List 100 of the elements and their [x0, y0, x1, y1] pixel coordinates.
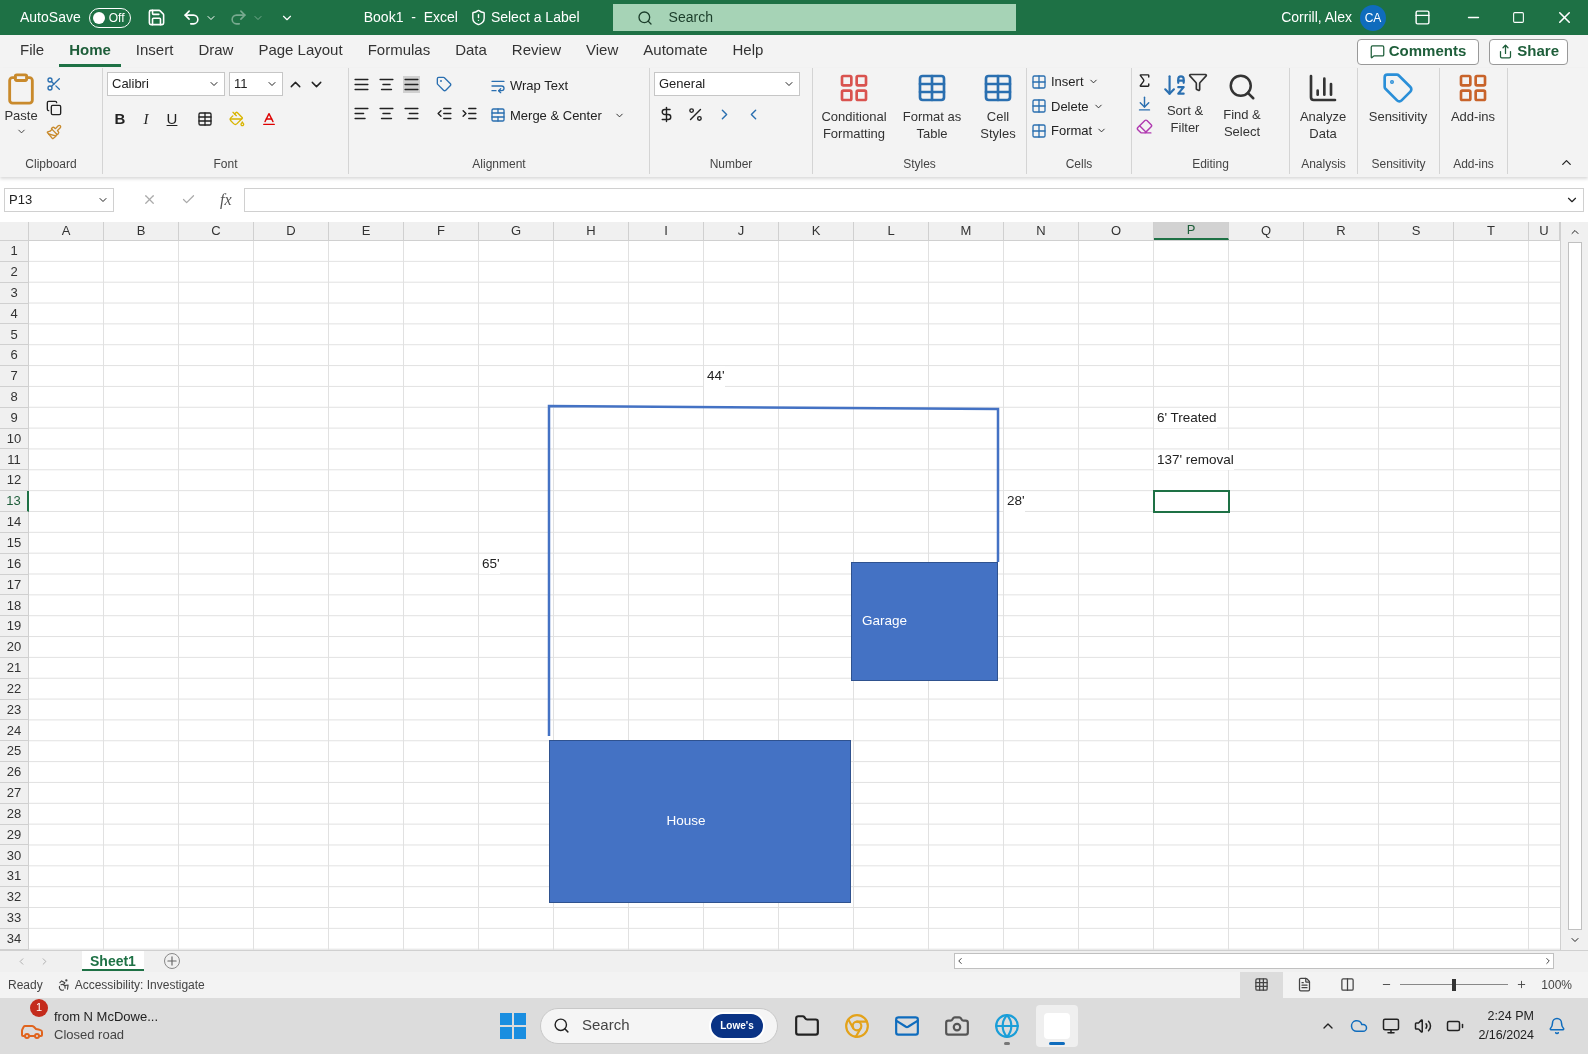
row-header[interactable]: 8: [0, 386, 29, 408]
row-header[interactable]: 18: [0, 595, 29, 617]
ribbon-button[interactable]: Sort & Filter: [1161, 72, 1209, 140]
search-icon[interactable]: [1227, 72, 1257, 102]
format-painter-icon[interactable]: [46, 124, 62, 140]
cells-icon[interactable]: [1031, 98, 1047, 115]
search-field[interactable]: Search: [612, 4, 1016, 31]
ribbon-button[interactable]: Cell Styles: [973, 72, 1023, 142]
zoom-in-icon[interactable]: [1516, 979, 1528, 991]
font-name-dropdown[interactable]: Calibri: [107, 72, 225, 96]
column-header[interactable]: I: [629, 222, 704, 240]
user-avatar[interactable]: CA: [1360, 4, 1386, 31]
cells-button[interactable]: Format: [1031, 121, 1108, 141]
row-header[interactable]: 16: [0, 553, 29, 575]
column-header[interactable]: S: [1379, 222, 1454, 240]
ribbon-button[interactable]: Conditional Formatting: [817, 72, 891, 142]
comments-button[interactable]: Comments: [1356, 38, 1480, 65]
row-header[interactable]: 21: [0, 657, 29, 679]
column-header[interactable]: G: [479, 222, 554, 240]
ribbon-tab[interactable]: File: [10, 36, 55, 67]
tag-icon[interactable]: [1382, 72, 1414, 104]
row-header[interactable]: 12: [0, 470, 29, 492]
column-header[interactable]: F: [404, 222, 479, 240]
ribbon-tab[interactable]: Page Layout: [248, 36, 353, 67]
row-header[interactable]: 22: [0, 678, 29, 700]
paste-button[interactable]: Paste: [4, 72, 38, 140]
notification-bell-icon[interactable]: [1548, 1016, 1566, 1035]
name-box[interactable]: P13: [4, 187, 114, 212]
ribbon-button[interactable]: Analyze Data: [1294, 72, 1352, 142]
column-header[interactable]: K: [779, 222, 854, 240]
share-button[interactable]: Share: [1489, 38, 1568, 65]
copy-icon[interactable]: [46, 100, 62, 116]
percent-icon[interactable]: [687, 106, 704, 123]
row-header[interactable]: 33: [0, 908, 29, 929]
row-header[interactable]: 10: [0, 428, 29, 450]
column-header[interactable]: E: [329, 222, 404, 240]
clock-time[interactable]: 2:24 PM: [1487, 1006, 1534, 1026]
row-header[interactable]: 15: [0, 532, 29, 554]
volume-icon[interactable]: [1414, 1016, 1433, 1035]
ribbon-button[interactable]: Find & Select: [1217, 72, 1267, 140]
notification-title[interactable]: from N McDowe...: [54, 1007, 158, 1026]
fill-icon[interactable]: [1136, 95, 1153, 112]
page-layout-icon[interactable]: [1297, 977, 1313, 993]
number-format-dropdown[interactable]: General: [654, 72, 800, 96]
row-header[interactable]: 31: [0, 866, 29, 888]
ribbon-display-icon[interactable]: [1414, 9, 1431, 26]
accessibility-button[interactable]: Accessibility: Investigate: [56, 975, 205, 994]
ribbon-tab[interactable]: View: [576, 36, 629, 67]
sort-icon[interactable]: [1162, 72, 1188, 98]
row-header[interactable]: 30: [0, 845, 29, 867]
ribbon-tab[interactable]: Help: [722, 36, 774, 67]
wrap-text-button[interactable]: Wrap Text: [490, 76, 625, 96]
column-header[interactable]: R: [1304, 222, 1379, 240]
start-icon[interactable]: [500, 1012, 526, 1039]
font-size-dropdown[interactable]: 11: [229, 72, 283, 96]
column-header[interactable]: Q: [1229, 222, 1304, 240]
align-top-icon[interactable]: [353, 76, 370, 93]
restore-icon[interactable]: [1512, 11, 1525, 24]
store-logo[interactable]: Lowe's: [709, 1011, 765, 1040]
row-header[interactable]: 34: [0, 928, 29, 950]
borders-icon[interactable]: [197, 111, 213, 128]
cells-icon[interactable]: [1031, 73, 1047, 90]
network-icon[interactable]: [1382, 1016, 1401, 1035]
row-header[interactable]: 6: [0, 345, 29, 367]
row-header[interactable]: 2: [0, 261, 29, 283]
formula-field[interactable]: [243, 187, 1584, 212]
save-icon[interactable]: [146, 8, 166, 27]
zoom-level[interactable]: 100%: [1541, 975, 1572, 994]
clock-date[interactable]: 2/16/2024: [1478, 1025, 1534, 1045]
cut-icon[interactable]: [46, 76, 62, 92]
row-header[interactable]: 20: [0, 637, 29, 658]
taskbar-search-field[interactable]: Search Lowe's: [540, 1007, 778, 1044]
row-header[interactable]: 19: [0, 616, 29, 638]
row-header[interactable]: 17: [0, 574, 29, 596]
folder-icon[interactable]: [794, 1012, 820, 1039]
table-icon[interactable]: [916, 72, 948, 104]
column-header[interactable]: L: [854, 222, 929, 240]
ribbon-tab[interactable]: Insert: [125, 36, 184, 67]
column-header[interactable]: B: [104, 222, 179, 240]
row-header[interactable]: 14: [0, 511, 29, 533]
ribbon-button[interactable]: Add-ins: [1444, 72, 1502, 125]
row-header[interactable]: 32: [0, 887, 29, 908]
active-cell[interactable]: [1153, 490, 1230, 513]
align-middle-icon[interactable]: [378, 76, 395, 93]
share-icon[interactable]: [1498, 44, 1514, 59]
clear-icon[interactable]: [1136, 118, 1153, 135]
column-header[interactable]: J: [704, 222, 779, 240]
zoom-slider-thumb[interactable]: [1452, 978, 1457, 991]
column-header[interactable]: N: [1004, 222, 1079, 240]
indent-increase-icon[interactable]: [461, 105, 478, 122]
align-left-icon[interactable]: [353, 105, 370, 122]
row-header[interactable]: 27: [0, 782, 29, 804]
font-style-button[interactable]: I: [137, 108, 155, 131]
row-header[interactable]: 3: [0, 282, 29, 304]
sensitivity-label[interactable]: Select a Label: [490, 7, 580, 28]
column-header[interactable]: T: [1454, 222, 1529, 240]
column-header[interactable]: C: [179, 222, 254, 240]
ribbon-tab[interactable]: Formulas: [357, 36, 441, 67]
ribbon-tab[interactable]: Data: [445, 36, 497, 67]
ribbon-tab[interactable]: Review: [501, 36, 572, 67]
